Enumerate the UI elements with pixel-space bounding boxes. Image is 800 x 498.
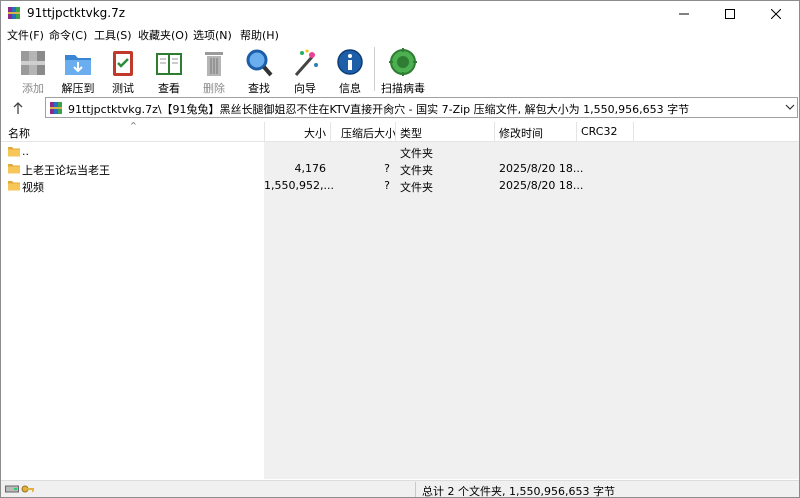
info-label: 信息 (339, 82, 361, 95)
file-name: .. (22, 145, 29, 158)
column-divider[interactable] (264, 122, 265, 141)
file-list[interactable]: 名称 ^ 大小 压缩后大小 类型 修改时间 CRC32 .. 文件夹 上老王论坛… (1, 121, 799, 479)
arrow-up-icon (13, 102, 23, 114)
extract-button[interactable]: 解压到 (55, 45, 101, 95)
virus-scan-icon (389, 48, 417, 76)
menu-favorites[interactable]: 收藏夹(O) (138, 27, 188, 43)
sort-ascending-icon: ^ (130, 121, 137, 130)
file-modified: 2025/8/20 18... (499, 162, 584, 175)
add-archive-icon (21, 51, 45, 75)
archive-icon (50, 102, 62, 114)
minimize-button[interactable] (661, 1, 707, 26)
wizard-label: 向导 (294, 82, 316, 95)
file-type: 文件夹 (400, 181, 433, 194)
window-title: 91ttjpctktvkg.7z (27, 6, 126, 20)
column-divider[interactable] (494, 122, 495, 141)
toolbar: 添加 解压到 测试 查看 删除 查找 向导 信息 扫描病毒 (1, 43, 799, 95)
menu-bar: 文件(F) 命令(C) 工具(S) 收藏夹(O) 选项(N) 帮助(H) (1, 26, 799, 43)
info-button[interactable]: 信息 (327, 45, 373, 95)
find-button[interactable]: 查找 (236, 45, 282, 95)
toolbar-separator (374, 47, 375, 91)
view-book-icon (156, 53, 182, 75)
status-separator (415, 482, 416, 497)
file-name: 上老王论坛当老王 (22, 164, 110, 177)
maximize-button[interactable] (707, 1, 753, 26)
status-bar: 总计 2 个文件夹, 1,550,956,653 字节 (1, 480, 799, 498)
title-bar: 91ttjpctktvkg.7z (1, 1, 799, 26)
column-type[interactable]: 类型 (400, 125, 422, 141)
find-label: 查找 (248, 82, 270, 95)
minimize-icon (679, 13, 689, 14)
status-summary: 总计 2 个文件夹, 1,550,956,653 字节 (422, 485, 615, 498)
column-packed-size[interactable]: 压缩后大小 (341, 125, 396, 141)
menu-help[interactable]: 帮助(H) (240, 27, 279, 43)
file-size: 4,176 (294, 162, 327, 175)
key-icon (21, 485, 34, 493)
address-row: 91ttjpctktvkg.7z\【91兔兔】黑丝长腿御姐忍不住在KTV直接开肏… (1, 96, 799, 120)
menu-command[interactable]: 命令(C) (49, 27, 87, 43)
file-type: 文件夹 (400, 147, 433, 160)
test-label: 测试 (112, 82, 134, 95)
test-clipboard-icon (113, 51, 133, 76)
file-packed-size: ? (384, 179, 390, 192)
view-button[interactable]: 查看 (146, 45, 192, 95)
address-path: 91ttjpctktvkg.7z\【91兔兔】黑丝长腿御姐忍不住在KTV直接开肏… (68, 103, 690, 116)
wizard-button[interactable]: 向导 (282, 45, 328, 95)
app-window: 91ttjpctktvkg.7z 文件(F) 命令(C) 工具(S) 收藏夹(O… (0, 0, 800, 498)
file-modified: 2025/8/20 18... (499, 179, 584, 192)
scan-virus-button[interactable]: 扫描病毒 (380, 45, 426, 95)
maximize-icon (725, 8, 735, 19)
column-name[interactable]: 名称 (8, 125, 30, 141)
test-button[interactable]: 测试 (100, 45, 146, 95)
info-icon (337, 49, 363, 75)
table-row[interactable]: 上老王论坛当老王 4,176 ? 文件夹 2025/8/20 18... (1, 160, 799, 177)
scan-virus-label: 扫描病毒 (381, 82, 425, 95)
address-field[interactable]: 91ttjpctktvkg.7z\【91兔兔】黑丝长腿御姐忍不住在KTV直接开肏… (45, 97, 798, 118)
file-name: 视频 (22, 181, 44, 194)
add-label: 添加 (22, 82, 44, 95)
delete-button[interactable]: 删除 (191, 45, 237, 95)
drive-icon (5, 485, 19, 493)
chevron-down-icon[interactable] (785, 102, 795, 112)
folder-icon (8, 147, 20, 157)
search-icon (246, 49, 273, 77)
column-size[interactable]: 大小 (266, 125, 326, 141)
close-button[interactable] (753, 1, 799, 26)
trash-icon (205, 52, 223, 76)
folder-icon (8, 181, 20, 191)
column-divider[interactable] (576, 122, 577, 141)
file-type: 文件夹 (400, 164, 433, 177)
menu-tools[interactable]: 工具(S) (94, 27, 132, 43)
extract-label: 解压到 (61, 82, 95, 95)
winrar-app-icon (8, 7, 20, 19)
menu-file[interactable]: 文件(F) (7, 27, 44, 43)
table-row[interactable]: .. 文件夹 (1, 143, 799, 160)
magic-wand-icon (294, 49, 318, 76)
folder-icon (8, 164, 20, 174)
column-crc32[interactable]: CRC32 (581, 125, 617, 138)
extract-folder-icon (65, 55, 91, 75)
column-divider[interactable] (330, 122, 331, 141)
column-header: 名称 ^ 大小 压缩后大小 类型 修改时间 CRC32 (1, 121, 799, 142)
view-label: 查看 (158, 82, 180, 95)
menu-options[interactable]: 选项(N) (193, 27, 232, 43)
column-divider[interactable] (633, 122, 634, 141)
column-divider[interactable] (395, 122, 396, 141)
add-button[interactable]: 添加 (10, 45, 56, 95)
close-icon (771, 8, 781, 19)
file-packed-size: ? (384, 162, 390, 175)
column-modified[interactable]: 修改时间 (499, 125, 543, 141)
up-level-button[interactable] (8, 98, 28, 118)
file-size: 1,550,952,... (264, 179, 334, 192)
table-row[interactable]: 视频 1,550,952,... ? 文件夹 2025/8/20 18... (1, 177, 799, 194)
delete-label: 删除 (203, 82, 225, 95)
